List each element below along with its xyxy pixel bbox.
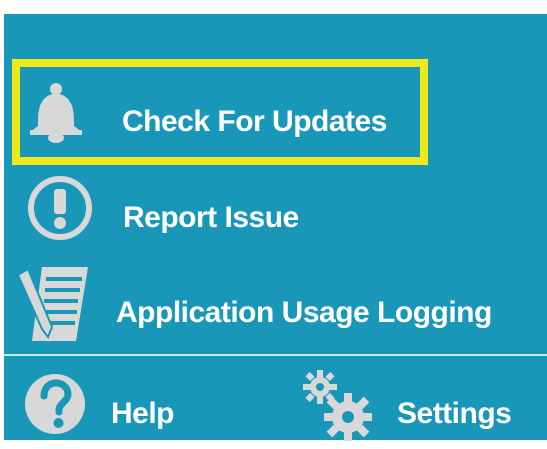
notepad-pencil-icon <box>14 261 96 350</box>
highlight-box <box>12 59 428 165</box>
settings-label: Settings <box>397 397 512 430</box>
report-issue-item[interactable]: Report Issue <box>4 169 444 259</box>
question-circle-icon <box>22 371 88 442</box>
settings-item[interactable]: Settings <box>294 359 547 449</box>
help-label: Help <box>111 397 175 430</box>
exclamation-circle-icon <box>26 174 94 247</box>
application-usage-logging-item[interactable]: Application Usage Logging <box>4 259 547 349</box>
menu-divider <box>4 354 547 356</box>
help-item[interactable]: Help <box>4 359 234 449</box>
gears-icon <box>302 367 378 448</box>
application-usage-logging-label: Application Usage Logging <box>116 296 492 329</box>
menu-panel: Check For Updates Report Issue Applicati… <box>0 0 547 441</box>
report-issue-label: Report Issue <box>123 201 299 234</box>
